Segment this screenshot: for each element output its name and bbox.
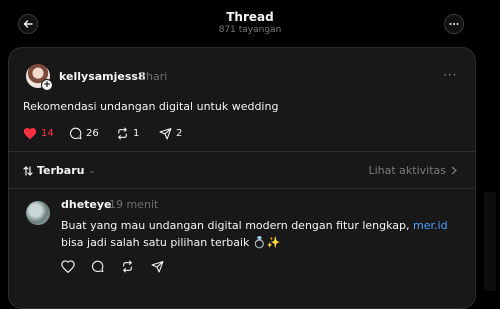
like-button[interactable]: 14 [23, 127, 54, 140]
send-icon [159, 128, 172, 140]
view-count: 871 tayangan [218, 25, 282, 35]
reply-timestamp: 19 menit [109, 198, 159, 211]
repost-count: 1 [133, 128, 140, 139]
follow-plus-icon[interactable]: + [41, 79, 53, 91]
page-title: Thread [226, 10, 274, 24]
chevron-down-icon: ⌄ [88, 165, 97, 176]
ellipsis-icon [449, 23, 459, 25]
comment-button[interactable]: 26 [69, 127, 99, 140]
send-icon[interactable] [151, 258, 165, 273]
reply-link[interactable]: mer.id [413, 219, 448, 232]
divider [9, 188, 475, 189]
divider [9, 151, 475, 152]
reply-actions [61, 258, 165, 274]
comment-icon[interactable] [91, 258, 105, 273]
view-activity-link[interactable]: Lihat aktivitas [368, 164, 457, 177]
comment-count: 26 [86, 128, 99, 139]
post-username[interactable]: kellysamjess8 [59, 70, 146, 83]
thread-header: Thread 871 tayangan [0, 10, 500, 35]
reply-text: Buat yang mau undangan digital modern de… [61, 217, 461, 251]
post-text: Rekomendasi undangan digital untuk weddi… [23, 100, 279, 113]
thread-card: + kellysamjess8 1hari ··· Rekomendasi un… [8, 47, 476, 309]
repost-icon[interactable] [121, 258, 135, 273]
like-count: 14 [41, 128, 54, 139]
chevron-right-icon [451, 166, 457, 175]
post-more-icon[interactable]: ··· [443, 68, 457, 82]
share-count: 2 [176, 128, 183, 139]
reply-text-part: Buat yang mau undangan digital modern de… [61, 219, 414, 232]
comment-icon [69, 127, 82, 140]
reply-text-part: bisa jadi salah satu pilihan terbaik 💍✨ [61, 236, 281, 249]
activity-label: Lihat aktivitas [368, 164, 446, 177]
heart-icon [23, 127, 37, 140]
scrollbar-track[interactable] [484, 192, 496, 291]
top-bar: Thread 871 tayangan [0, 0, 500, 44]
repost-icon [118, 127, 127, 140]
sort-dropdown[interactable]: Terbaru ⌄ [23, 164, 96, 177]
post-timestamp: 1hari [139, 70, 168, 83]
reply-username[interactable]: dheteye [61, 198, 112, 211]
sort-label: Terbaru [37, 164, 85, 177]
sort-arrows-icon [23, 165, 33, 176]
avatar[interactable] [26, 201, 50, 225]
share-button[interactable]: 2 [159, 127, 182, 140]
more-options-button[interactable] [444, 14, 464, 34]
heart-icon[interactable] [61, 258, 75, 274]
repost-button[interactable]: 1 [116, 127, 139, 140]
